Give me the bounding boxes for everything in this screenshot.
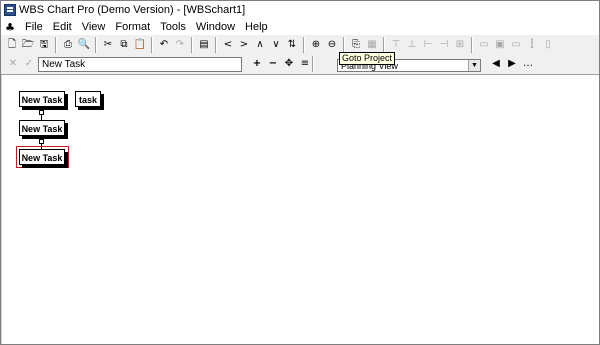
remove-task-icon[interactable]: − (266, 57, 280, 71)
title-bar: WBS Chart Pro (Demo Version) - [WBSchart… (1, 1, 599, 19)
toolbar-separator (215, 37, 217, 53)
connector-handle[interactable] (39, 110, 44, 115)
cut-icon[interactable]: ✂ (101, 38, 115, 52)
menu-help[interactable]: Help (240, 20, 273, 34)
flip-icon[interactable]: ⇅ (285, 38, 299, 52)
new-icon[interactable]: 🗋 (5, 38, 19, 52)
menu-view[interactable]: View (77, 20, 111, 34)
task-box[interactable]: New Task (19, 120, 65, 136)
toolbar-separator (191, 37, 193, 53)
task-box[interactable]: New Task (19, 91, 65, 107)
toolbar-separator (312, 56, 314, 72)
menu-tools[interactable]: Tools (155, 20, 191, 34)
redo-icon[interactable]: ↷ (173, 38, 187, 52)
cancel-edit-icon[interactable]: ✕ (6, 57, 20, 71)
next-icon[interactable]: ▶ (505, 57, 519, 71)
toolbar-separator (151, 37, 153, 53)
move-left-icon[interactable]: < (221, 38, 235, 52)
task-box-selected[interactable]: New Task (19, 149, 65, 165)
toolbar-separator (343, 37, 345, 53)
standard-toolbar: 🗋 🗁 🖫 ⎙ 🔍 ✂ ⧉ 📋 ↶ ↷ ▤ < > ∧ ∨ ⇅ ⊕ ⊖ ⎘ ▦ … (1, 35, 599, 56)
connector-handle[interactable] (39, 139, 44, 144)
tree-layout-4-icon[interactable]: ⊣ (437, 38, 451, 52)
tree-layout-2-icon[interactable]: ⊥ (405, 38, 419, 52)
menu-file[interactable]: File (20, 20, 48, 34)
more-options-icon[interactable]: … (521, 57, 535, 71)
goto-project-tooltip: Goto Project (339, 52, 396, 65)
tree-layout-5-icon[interactable]: ⊞ (453, 38, 467, 52)
task-toolbar: ✕ ✓ New Task + − ✥ ≡ Planning View ▼ ◀ ▶… (1, 55, 599, 75)
align-center-icon[interactable]: ▣ (493, 38, 507, 52)
toolbar-separator (383, 37, 385, 53)
align-top-icon[interactable]: ⫿ (525, 38, 539, 52)
menu-window[interactable]: Window (191, 20, 240, 34)
open-icon[interactable]: 🗁 (21, 38, 35, 52)
collapse-all-icon[interactable]: ≡ (298, 57, 312, 71)
document-menu-icon[interactable]: ♣ (3, 21, 17, 34)
tree-layout-1-icon[interactable]: ⊤ (389, 38, 403, 52)
layout-icon[interactable]: ▦ (365, 38, 379, 52)
menu-bar: ♣ File Edit View Format Tools Window Hel… (1, 19, 599, 35)
save-icon[interactable]: 🖫 (37, 38, 51, 52)
zoom-in-icon[interactable]: ⊕ (309, 38, 323, 52)
zoom-out-icon[interactable]: ⊖ (325, 38, 339, 52)
task-box[interactable]: task (75, 91, 101, 107)
previous-icon[interactable]: ◀ (489, 57, 503, 71)
menu-format[interactable]: Format (110, 20, 155, 34)
task-name-input[interactable]: New Task (38, 57, 242, 72)
print-preview-icon[interactable]: 🔍 (77, 38, 91, 52)
move-up-icon[interactable]: ∧ (253, 38, 267, 52)
print-icon[interactable]: ⎙ (61, 38, 75, 52)
chevron-down-icon[interactable]: ▼ (468, 60, 480, 71)
toolbar-separator (303, 37, 305, 53)
expand-all-icon[interactable]: ✥ (282, 57, 296, 71)
copy-icon[interactable]: ⧉ (117, 38, 131, 52)
tree-layout-3-icon[interactable]: ⊢ (421, 38, 435, 52)
align-bottom-icon[interactable]: ▯ (541, 38, 555, 52)
move-right-icon[interactable]: > (237, 38, 251, 52)
toolbar-separator (55, 37, 57, 53)
app-window: WBS Chart Pro (Demo Version) - [WBSchart… (0, 0, 600, 345)
undo-icon[interactable]: ↶ (157, 38, 171, 52)
add-task-icon[interactable]: + (250, 57, 264, 71)
align-left-icon[interactable]: ▭ (477, 38, 491, 52)
menu-edit[interactable]: Edit (48, 20, 77, 34)
move-down-icon[interactable]: ∨ (269, 38, 283, 52)
goto-project-icon[interactable]: ⎘ (349, 38, 363, 52)
toolbar-separator (471, 37, 473, 53)
wbs-chart-canvas[interactable]: New Task task New Task New Task (2, 75, 599, 344)
window-title: WBS Chart Pro (Demo Version) - [WBSchart… (19, 4, 246, 16)
confirm-edit-icon[interactable]: ✓ (22, 57, 36, 71)
app-icon (4, 4, 16, 16)
paste-icon[interactable]: 📋 (133, 38, 147, 52)
toolbar-separator (95, 37, 97, 53)
align-right-icon[interactable]: ▭ (509, 38, 523, 52)
task-info-icon[interactable]: ▤ (197, 38, 211, 52)
